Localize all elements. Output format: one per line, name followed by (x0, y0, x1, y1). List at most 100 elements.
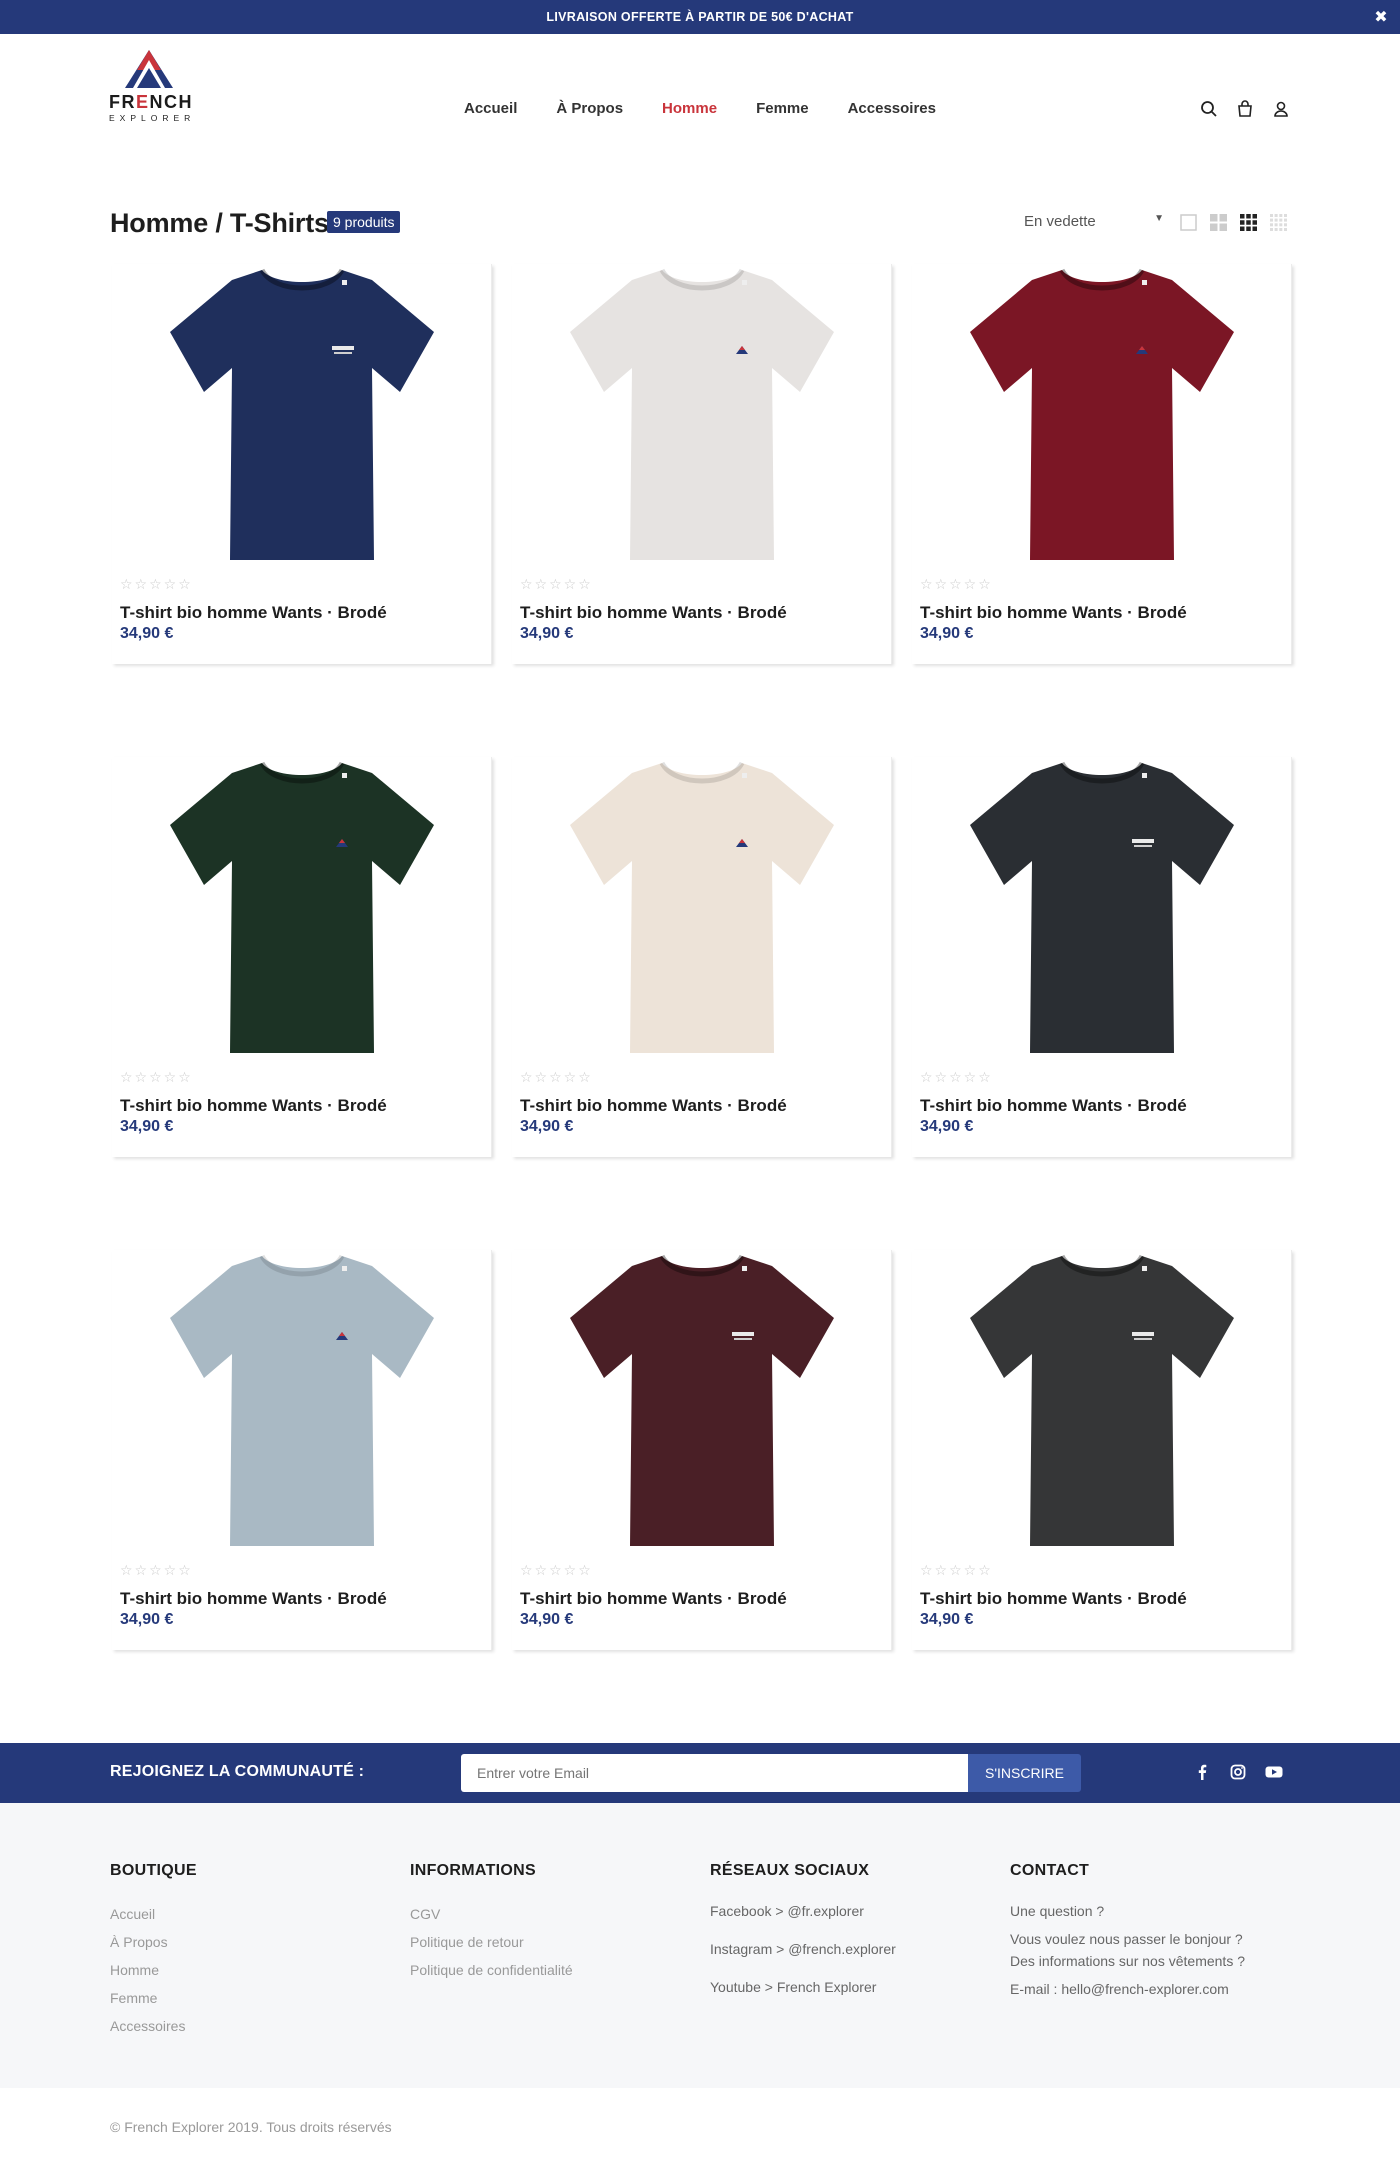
rating-stars: ☆☆☆☆☆ (920, 1562, 993, 1578)
site-footer: BOUTIQUE Accueil À Propos Homme Femme Ac… (0, 1803, 1400, 2088)
product-image[interactable] (912, 757, 1292, 1057)
product-name[interactable]: T-shirt bio homme Wants · Brodé (520, 603, 787, 623)
product-count-badge: 9 produits (327, 211, 401, 233)
rating-stars: ☆☆☆☆☆ (520, 1562, 593, 1578)
footer-link-cgv[interactable]: CGV (410, 1900, 700, 1928)
tshirt-image (970, 268, 1234, 560)
product-price: 34,90 € (120, 1118, 174, 1135)
contact-email[interactable]: E-mail : hello@french-explorer.com (1010, 1978, 1300, 2000)
mountain-logo-icon (125, 50, 173, 88)
product-name[interactable]: T-shirt bio homme Wants · Brodé (120, 1096, 387, 1116)
footer-heading: CONTACT (1010, 1862, 1090, 1879)
nav-item-homme[interactable]: Homme (662, 100, 717, 117)
email-field[interactable] (461, 1754, 968, 1792)
product-card[interactable]: ☆☆☆☆☆ T-shirt bio homme Wants · Brodé 34,9… (912, 757, 1292, 1157)
sort-select[interactable]: En vedette ▼ (1024, 213, 1164, 230)
view-toggles (1180, 214, 1287, 231)
product-image[interactable] (912, 1250, 1292, 1550)
brand-logo[interactable]: FRENCH EXPLORER (109, 46, 192, 146)
social-links (1193, 1763, 1283, 1781)
product-card[interactable]: ☆☆☆☆☆ T-shirt bio homme Wants · Brodé 34,9… (912, 264, 1292, 664)
product-price: 34,90 € (520, 1118, 574, 1135)
product-image[interactable] (512, 264, 892, 564)
search-icon[interactable] (1200, 100, 1218, 118)
footer-link-facebook[interactable]: Facebook > @fr.explorer (710, 1892, 1000, 1930)
grid-3-icon[interactable] (1240, 214, 1257, 231)
product-price: 34,90 € (920, 625, 974, 642)
announcement-bar: LIVRAISON OFFERTE À PARTIR DE 50€ D'ACHA… (0, 0, 1400, 34)
product-row: ☆☆☆☆☆ T-shirt bio homme Wants · Brodé 34,9… (112, 1250, 1292, 1650)
rating-stars: ☆☆☆☆☆ (920, 576, 993, 592)
tshirt-image (170, 268, 434, 560)
newsletter-bar: REJOIGNEZ LA COMMUNAUTÉ : S'INSCRIRE (0, 1743, 1400, 1803)
product-grid: ☆☆☆☆☆ T-shirt bio homme Wants · Brodé 34,9… (112, 264, 1292, 1650)
product-image[interactable] (912, 264, 1292, 564)
footer-col-social: RÉSEAUX SOCIAUX Facebook > @fr.explorer … (710, 1862, 1000, 2006)
rating-stars: ☆☆☆☆☆ (920, 1069, 993, 1085)
user-icon[interactable] (1272, 100, 1290, 118)
footer-link-confidentialite[interactable]: Politique de confidentialité (410, 1956, 700, 1984)
product-name[interactable]: T-shirt bio homme Wants · Brodé (520, 1096, 787, 1116)
product-card[interactable]: ☆☆☆☆☆ T-shirt bio homme Wants · Brodé 34,9… (512, 757, 892, 1157)
close-icon[interactable]: ✖ (1374, 7, 1388, 27)
product-card[interactable]: ☆☆☆☆☆ T-shirt bio homme Wants · Brodé 34,9… (112, 264, 492, 664)
product-card[interactable]: ☆☆☆☆☆ T-shirt bio homme Wants · Brodé 34,9… (512, 1250, 892, 1650)
product-card[interactable]: ☆☆☆☆☆ T-shirt bio homme Wants · Brodé 34,9… (912, 1250, 1292, 1650)
footer-heading: INFORMATIONS (410, 1862, 536, 1879)
product-name[interactable]: T-shirt bio homme Wants · Brodé (920, 603, 1187, 623)
product-card[interactable]: ☆☆☆☆☆ T-shirt bio homme Wants · Brodé 34,9… (112, 757, 492, 1157)
rating-stars: ☆☆☆☆☆ (520, 1069, 593, 1085)
bag-icon[interactable] (1236, 100, 1254, 118)
tshirt-image (970, 1254, 1234, 1546)
product-row: ☆☆☆☆☆ T-shirt bio homme Wants · Brodé 34,9… (112, 757, 1292, 1157)
contact-line: Des informations sur nos vêtements ? (1010, 1953, 1245, 1969)
product-name[interactable]: T-shirt bio homme Wants · Brodé (520, 1589, 787, 1609)
footer-link-a-propos[interactable]: À Propos (110, 1928, 400, 1956)
instagram-icon[interactable] (1229, 1763, 1247, 1781)
grid-4-icon[interactable] (1270, 214, 1287, 231)
tshirt-image (970, 761, 1234, 1053)
facebook-icon[interactable] (1193, 1763, 1211, 1781)
copyright-bar: © French Explorer 2019. Tous droits rése… (0, 2088, 1400, 2158)
footer-link-homme[interactable]: Homme (110, 1956, 400, 1984)
product-image[interactable] (112, 757, 492, 1057)
footer-link-instagram[interactable]: Instagram > @french.explorer (710, 1930, 1000, 1968)
footer-link-accessoires[interactable]: Accessoires (110, 2012, 400, 2040)
footer-link-accueil[interactable]: Accueil (110, 1900, 400, 1928)
grid-2-icon[interactable] (1210, 214, 1227, 231)
product-price: 34,90 € (520, 625, 574, 642)
nav-item-femme[interactable]: Femme (756, 100, 809, 117)
product-price: 34,90 € (520, 1611, 574, 1628)
rating-stars: ☆☆☆☆☆ (120, 1069, 193, 1085)
sort-selected-value: En vedette (1024, 213, 1096, 230)
footer-link-youtube[interactable]: Youtube > French Explorer (710, 1968, 1000, 2006)
product-name[interactable]: T-shirt bio homme Wants · Brodé (920, 1589, 1187, 1609)
page-title: Homme / T-Shirts (110, 208, 329, 238)
footer-link-retour[interactable]: Politique de retour (410, 1928, 700, 1956)
product-image[interactable] (112, 264, 492, 564)
product-image[interactable] (512, 1250, 892, 1550)
footer-link-femme[interactable]: Femme (110, 1984, 400, 2012)
footer-col-contact: CONTACT Une question ? Vous voulez nous … (1010, 1862, 1300, 2000)
caret-down-icon: ▼ (1154, 213, 1164, 224)
site-header: FRENCH EXPLORER Accueil À Propos Homme F… (0, 34, 1400, 154)
footer-col-boutique: BOUTIQUE Accueil À Propos Homme Femme Ac… (110, 1862, 400, 2040)
rating-stars: ☆☆☆☆☆ (520, 576, 593, 592)
product-card[interactable]: ☆☆☆☆☆ T-shirt bio homme Wants · Brodé 34,9… (112, 1250, 492, 1650)
nav-item-accueil[interactable]: Accueil (464, 100, 517, 117)
product-image[interactable] (512, 757, 892, 1057)
product-name[interactable]: T-shirt bio homme Wants · Brodé (920, 1096, 1187, 1116)
main-nav: Accueil À Propos Homme Femme Accessoires (0, 100, 1400, 117)
youtube-icon[interactable] (1265, 1763, 1283, 1781)
nav-item-a-propos[interactable]: À Propos (556, 100, 623, 117)
subscribe-button[interactable]: S'INSCRIRE (968, 1754, 1081, 1792)
product-price: 34,90 € (120, 1611, 174, 1628)
nav-item-accessoires[interactable]: Accessoires (848, 100, 936, 117)
grid-1-icon[interactable] (1180, 214, 1197, 231)
footer-heading: RÉSEAUX SOCIAUX (710, 1862, 870, 1879)
tshirt-image (170, 1254, 434, 1546)
product-image[interactable] (112, 1250, 492, 1550)
product-name[interactable]: T-shirt bio homme Wants · Brodé (120, 1589, 387, 1609)
product-card[interactable]: ☆☆☆☆☆ T-shirt bio homme Wants · Brodé 34,9… (512, 264, 892, 664)
product-name[interactable]: T-shirt bio homme Wants · Brodé (120, 603, 387, 623)
